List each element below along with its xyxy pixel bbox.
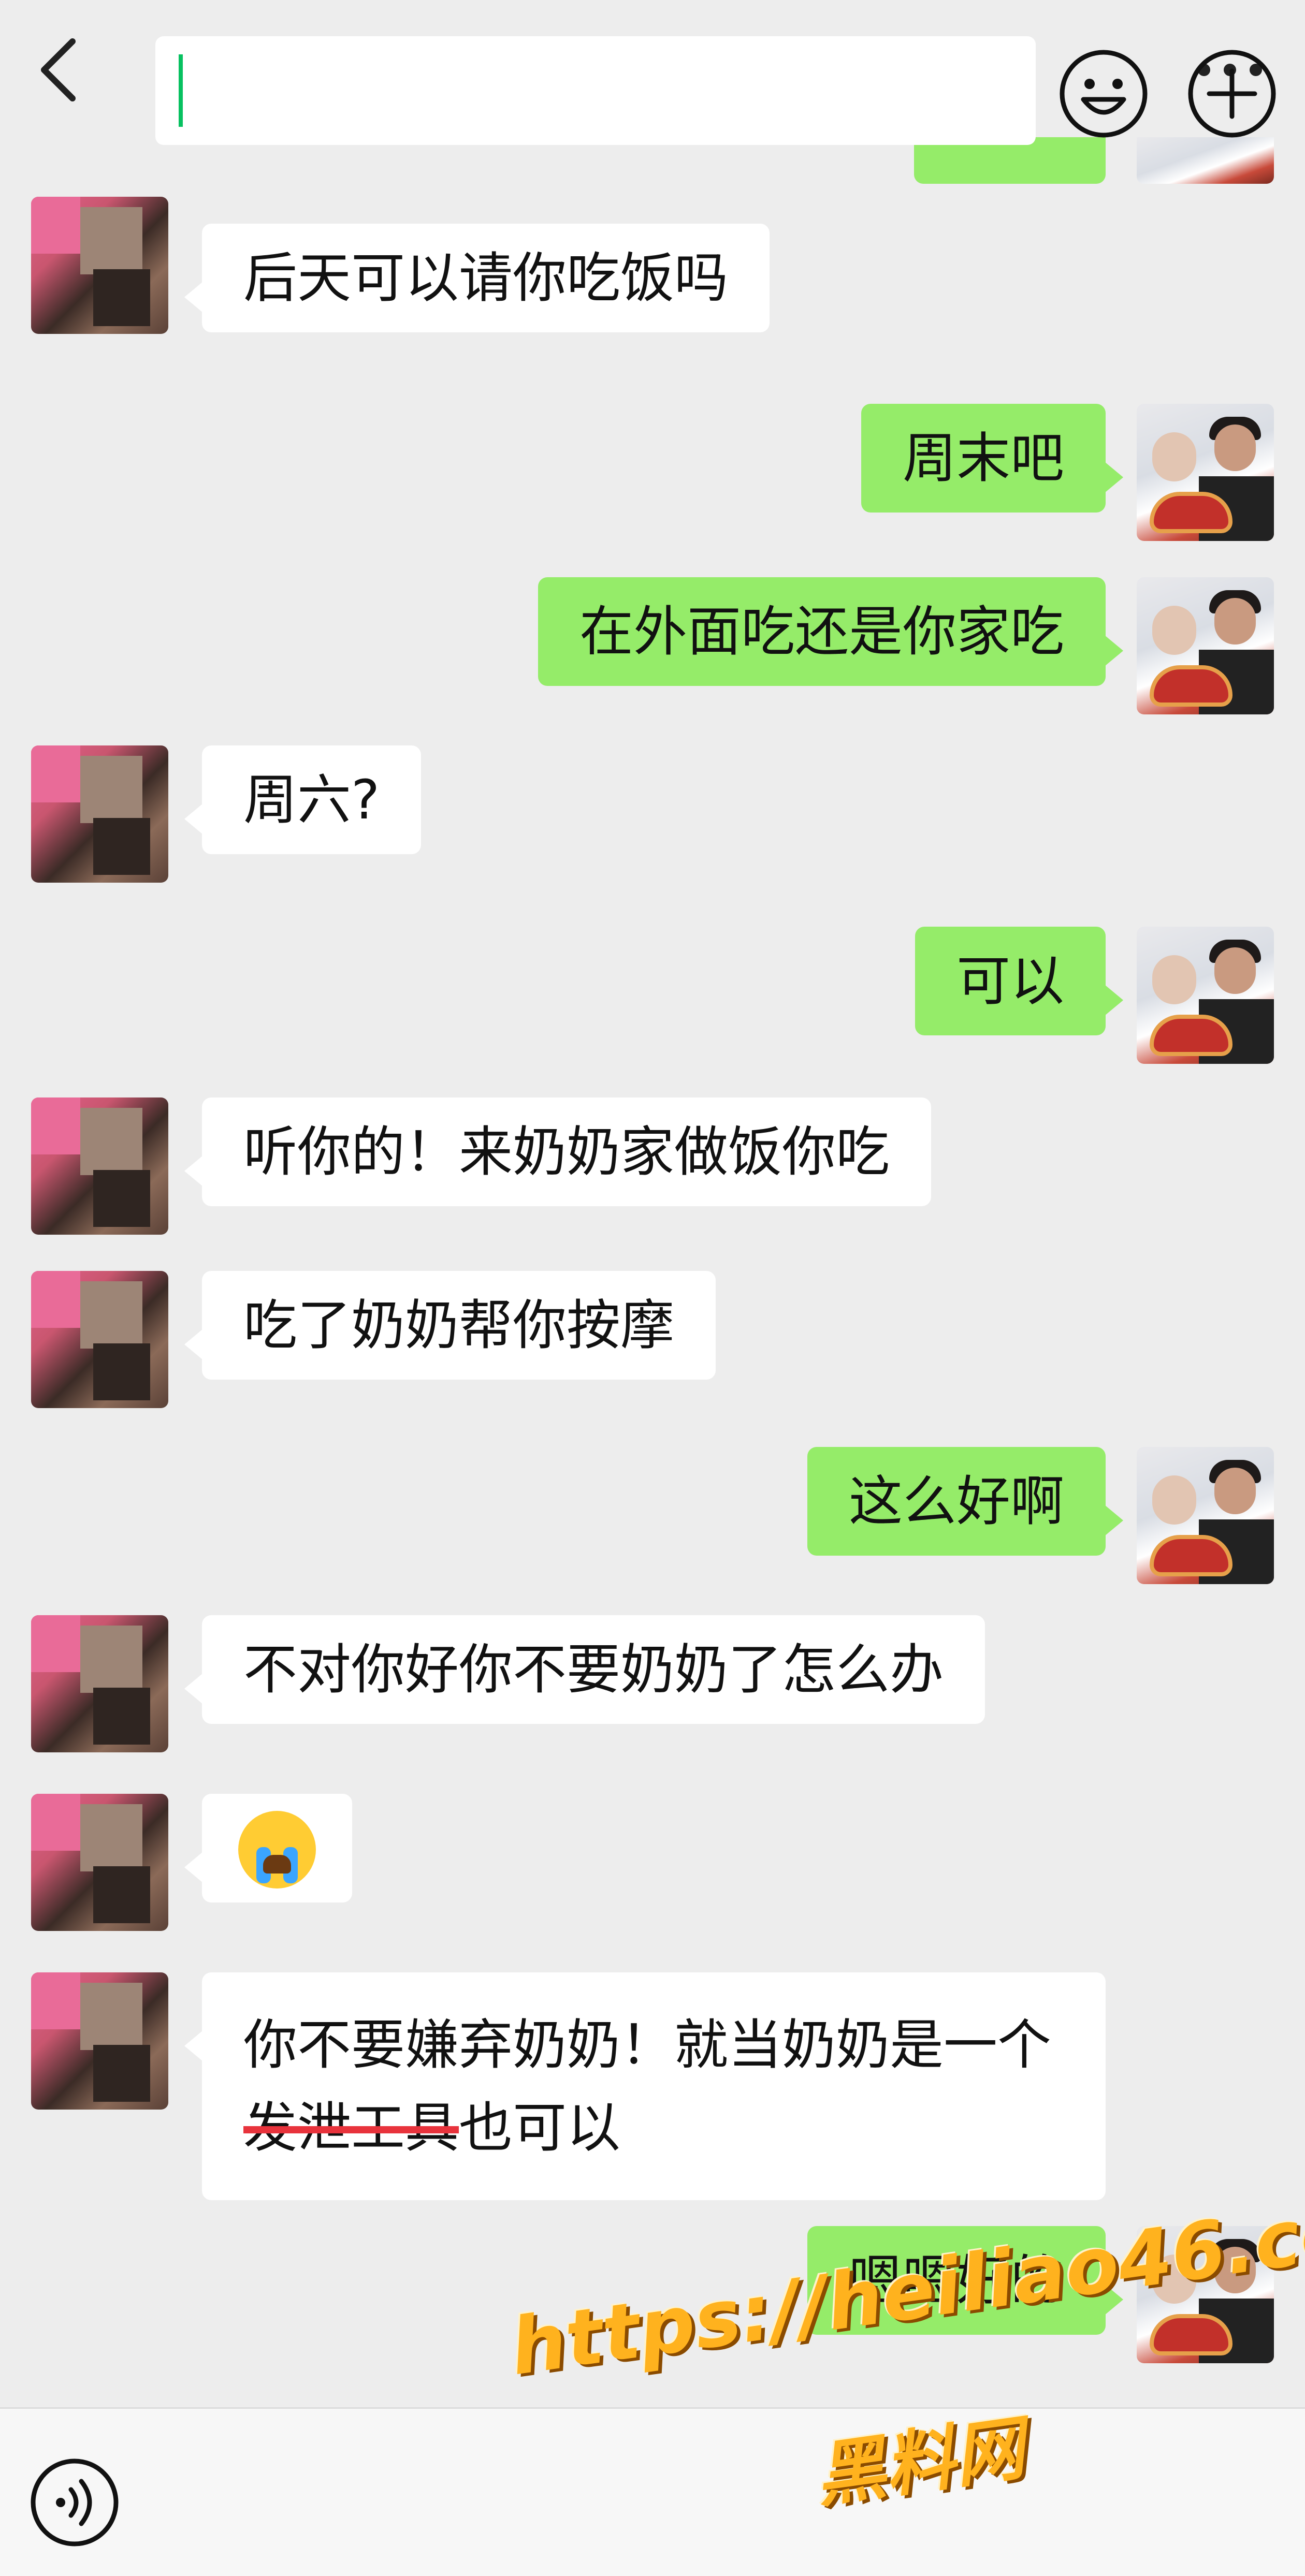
message-row: 可以 <box>0 927 1305 1064</box>
message-row: 后天可以请你吃饭吗 <box>0 197 1305 352</box>
message-text: 也可以 <box>459 2096 621 2159</box>
avatar-self[interactable] <box>1137 404 1274 541</box>
plus-icon <box>1188 50 1276 138</box>
avatar-contact[interactable] <box>31 1615 168 1752</box>
message-row: 听你的！来奶奶家做饭你吃 <box>0 1097 1305 1237</box>
voice-icon <box>31 2458 119 2546</box>
struck-text: 发泄工具 <box>243 2096 459 2159</box>
message-row: 你不要嫌弃奶奶！就当奶奶是一个 发泄工具也可以 <box>0 1972 1305 2200</box>
message-line: 你不要嫌弃奶奶！就当奶奶是一个 <box>243 2013 1052 2076</box>
avatar-self[interactable] <box>1137 1447 1274 1584</box>
message-row: 吃了奶奶帮你按摩 <box>0 1271 1305 1411</box>
message-row: 周末吧 <box>0 404 1305 541</box>
emoji-button[interactable] <box>1057 48 1150 140</box>
avatar-contact[interactable] <box>31 197 168 334</box>
message-bubble[interactable]: 听你的！来奶奶家做饭你吃 <box>184 1097 932 1206</box>
plus-button[interactable] <box>1186 48 1278 140</box>
avatar-self[interactable] <box>1137 577 1274 714</box>
avatar-contact[interactable] <box>31 1794 168 1931</box>
message-bubble[interactable]: 不对你好你不要奶奶了怎么办 <box>184 1615 985 1724</box>
message-bubble[interactable]: 周末吧 <box>861 404 1124 513</box>
chat-screen: 蝴蝶 后天可以请你吃饭吗 周末吧 在外面吃还是你家吃 <box>0 0 1305 2576</box>
message-bubble[interactable]: 在外面吃还是你家吃 <box>538 577 1124 686</box>
voice-button[interactable] <box>28 2456 121 2549</box>
smiley-icon <box>1060 50 1148 138</box>
message-row: 周六? <box>0 745 1305 885</box>
message-bubble[interactable]: 你不要嫌弃奶奶！就当奶奶是一个 发泄工具也可以 <box>184 1972 1106 2200</box>
crying-face-emoji <box>238 1810 316 1889</box>
message-row: 不对你好你不要奶奶了怎么办 <box>0 1615 1305 1755</box>
message-bubble[interactable]: 吃了奶奶帮你按摩 <box>184 1271 716 1380</box>
message-row <box>0 1794 1305 1934</box>
avatar-contact[interactable] <box>31 1271 168 1408</box>
message-bubble[interactable]: 后天可以请你吃饭吗 <box>184 224 770 332</box>
avatar-self[interactable] <box>1137 137 1274 184</box>
message-bubble[interactable]: 这么好啊 <box>807 1447 1124 1556</box>
message-line: 发泄工具也可以 <box>243 2086 1064 2169</box>
text-cursor <box>179 54 183 127</box>
avatar-contact[interactable] <box>31 1972 168 2110</box>
message-row: 在外面吃还是你家吃 <box>0 577 1305 714</box>
avatar-contact[interactable] <box>31 745 168 883</box>
avatar-contact[interactable] <box>31 1097 168 1235</box>
input-bar <box>0 2407 1305 2576</box>
avatar-self[interactable] <box>1137 927 1274 1064</box>
message-row: 这么好啊 <box>0 1447 1305 1584</box>
message-bubble[interactable]: 周六? <box>184 745 422 854</box>
message-bubble[interactable]: 可以 <box>915 927 1124 1035</box>
emoji-message-bubble[interactable] <box>184 1794 352 1902</box>
message-input[interactable] <box>155 36 1036 145</box>
